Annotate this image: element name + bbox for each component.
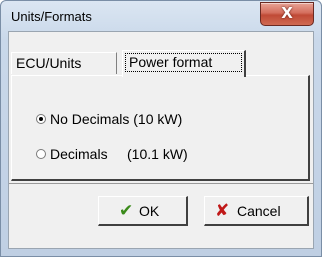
radio-button-unselected[interactable] — [36, 149, 46, 159]
power-format-panel: No Decimals (10 kW) Decimals (10.1 kW) — [11, 75, 310, 181]
focus-rectangle — [125, 53, 242, 72]
cancel-button-label: Cancel — [237, 203, 281, 219]
button-bar: ✔ OK ✘ Cancel — [9, 183, 313, 231]
dialog-client-area: ECU/Units Power format No Decimals (10 k… — [8, 31, 314, 249]
close-icon: X — [281, 4, 293, 22]
ok-button[interactable]: ✔ OK — [98, 196, 188, 226]
window-title: Units/Formats — [11, 9, 92, 24]
checkmark-icon: ✔ — [119, 201, 134, 221]
dialog-window: Units/Formats X ECU/Units Power format N… — [0, 0, 322, 257]
radio-decimals-label: Decimals (10.1 kW) — [50, 146, 188, 162]
tab-power-format[interactable]: Power format — [122, 50, 246, 77]
title-bar[interactable]: Units/Formats X — [1, 1, 321, 31]
tab-ecu-units-label: ECU/Units — [16, 55, 82, 71]
cancel-button[interactable]: ✘ Cancel — [204, 196, 309, 226]
tab-ecu-units[interactable]: ECU/Units — [11, 52, 117, 74]
x-icon: ✘ — [215, 201, 230, 221]
radio-no-decimals-label: No Decimals (10 kW) — [50, 111, 183, 127]
close-button[interactable]: X — [260, 2, 314, 26]
radio-button-selected[interactable] — [36, 114, 46, 124]
window-bottom-frame — [8, 249, 314, 256]
ok-button-label: OK — [139, 203, 160, 219]
